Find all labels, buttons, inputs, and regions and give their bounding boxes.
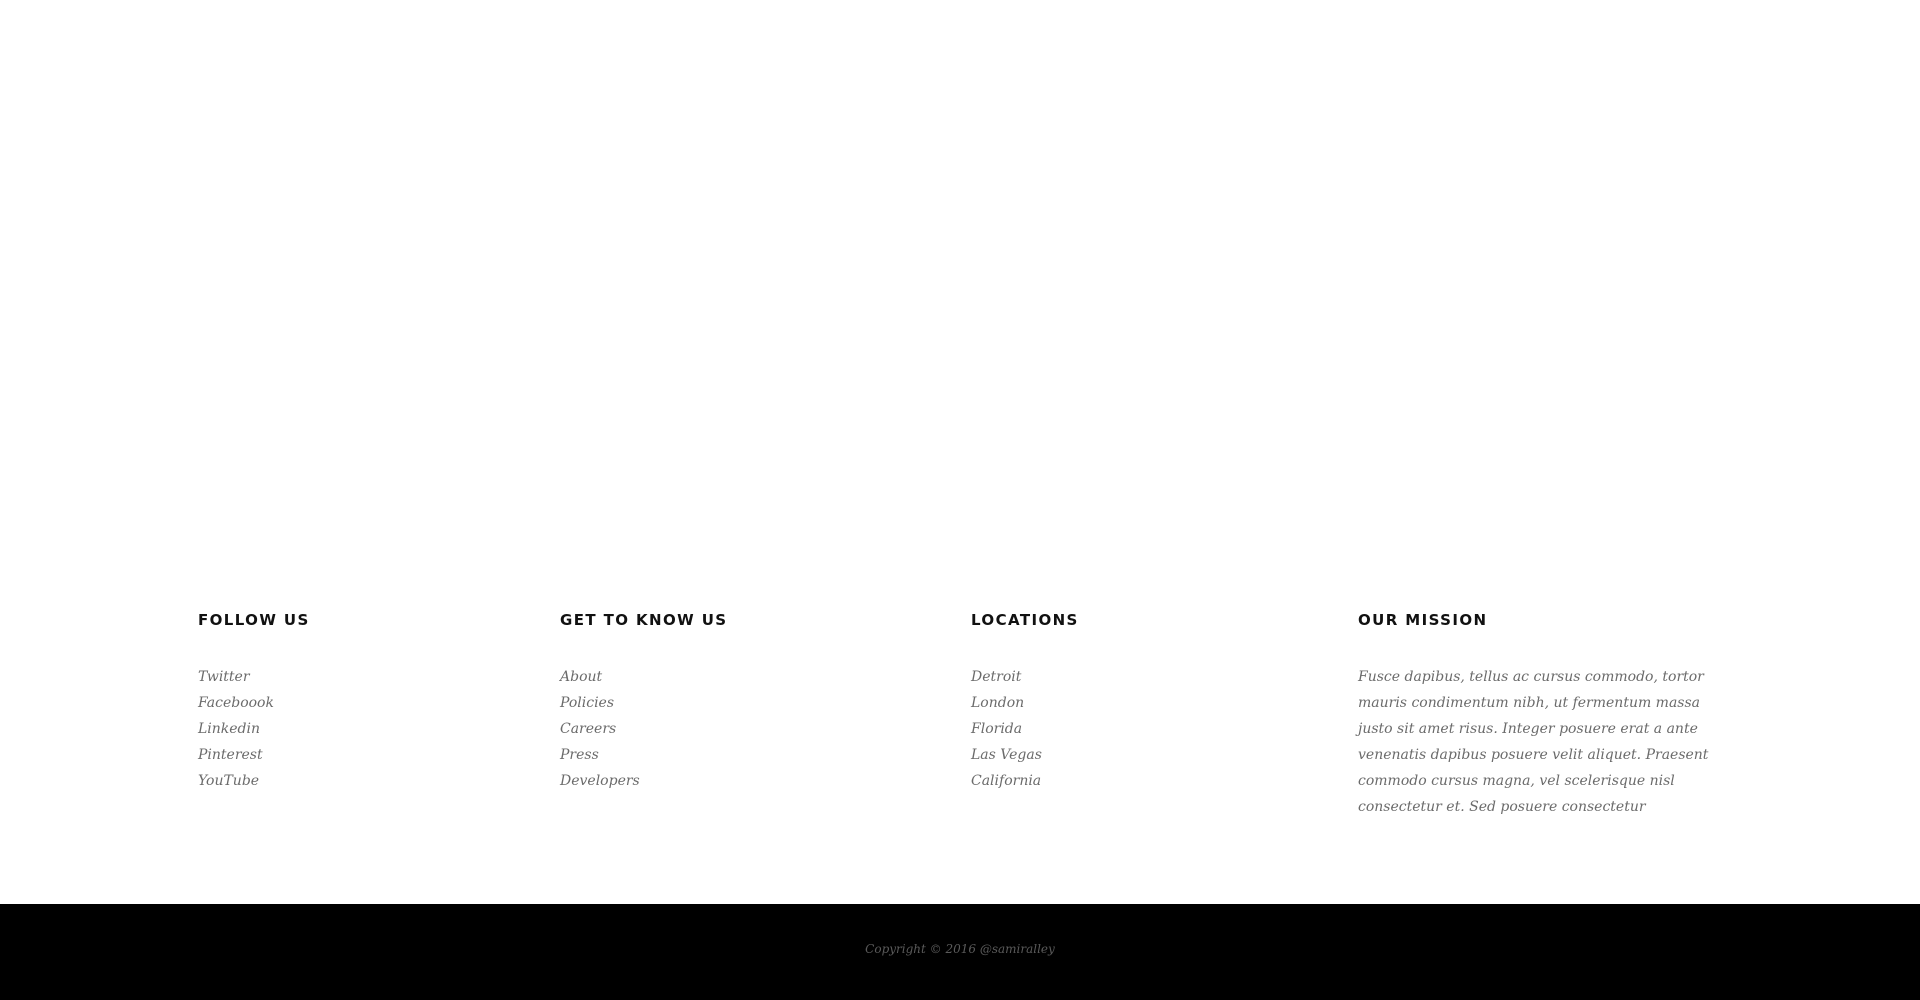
footer-column-follow-us: FOLLOW US Twitter Faceboook Linkedin Pin… [198, 610, 528, 794]
footer-column-locations: LOCATIONS Detroit London Florida Las Veg… [971, 610, 1341, 794]
list-item: Las Vegas [971, 742, 1341, 768]
twitter-link[interactable]: Twitter [198, 669, 250, 685]
london-link[interactable]: London [971, 695, 1024, 711]
column-heading: LOCATIONS [971, 611, 1079, 629]
list-item: YouTube [198, 768, 528, 794]
list-item: Florida [971, 716, 1341, 742]
bottom-bar: Copyright © 2016 @samiralley [0, 904, 1920, 1000]
list-item: Careers [560, 716, 940, 742]
pinterest-link[interactable]: Pinterest [198, 747, 263, 763]
list-item: About [560, 664, 940, 690]
youtube-link[interactable]: YouTube [198, 773, 259, 789]
california-link[interactable]: California [971, 773, 1041, 789]
list-item: Policies [560, 690, 940, 716]
facebook-link[interactable]: Faceboook [198, 695, 274, 711]
mission-text: Fusce dapibus, tellus ac cursus commodo,… [1358, 669, 1709, 815]
linkedin-link[interactable]: Linkedin [198, 721, 260, 737]
list-item: California [971, 768, 1341, 794]
developers-link[interactable]: Developers [560, 773, 640, 789]
footer-column-our-mission: OUR MISSION Fusce dapibus, tellus ac cur… [1358, 610, 1732, 820]
column-heading: FOLLOW US [198, 611, 310, 629]
list-item: Faceboook [198, 690, 528, 716]
detroit-link[interactable]: Detroit [971, 669, 1021, 685]
list-item: Press [560, 742, 940, 768]
footer-column-get-to-know-us: GET TO KNOW US About Policies Careers Pr… [560, 610, 940, 794]
policies-link[interactable]: Policies [560, 695, 614, 711]
list-item: Twitter [198, 664, 528, 690]
page: FOLLOW US Twitter Faceboook Linkedin Pin… [0, 0, 1920, 1000]
press-link[interactable]: Press [560, 747, 599, 763]
column-heading: GET TO KNOW US [560, 611, 728, 629]
follow-links-list: Twitter Faceboook Linkedin Pinterest You… [198, 664, 528, 794]
know-links-list: About Policies Careers Press Developers [560, 664, 940, 794]
careers-link[interactable]: Careers [560, 721, 616, 737]
locations-links-list: Detroit London Florida Las Vegas Califor… [971, 664, 1341, 794]
list-item: Pinterest [198, 742, 528, 768]
footer-columns: FOLLOW US Twitter Faceboook Linkedin Pin… [0, 610, 1920, 815]
florida-link[interactable]: Florida [971, 721, 1022, 737]
column-heading: OUR MISSION [1358, 611, 1488, 629]
list-item: London [971, 690, 1341, 716]
list-item: Linkedin [198, 716, 528, 742]
copyright-text: Copyright © 2016 @samiralley [865, 942, 1055, 956]
list-item: Detroit [971, 664, 1341, 690]
about-link[interactable]: About [560, 669, 602, 685]
las-vegas-link[interactable]: Las Vegas [971, 747, 1042, 763]
list-item: Developers [560, 768, 940, 794]
